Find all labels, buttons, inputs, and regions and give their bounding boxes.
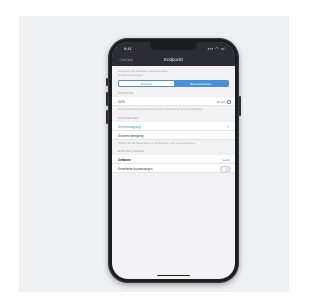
section-header-position: Position <box>118 91 133 95</box>
gps-value: Bereit <box>217 100 225 104</box>
mute-switch <box>106 78 108 86</box>
advanced-toggle[interactable] <box>220 165 231 172</box>
volume-up-button <box>106 92 108 106</box>
segment-custom[interactable]: Benutzerdefiniert <box>173 81 228 86</box>
power-button <box>239 96 241 116</box>
ordering-note: Wählen Sie die Reihenfolge, in der Eintr… <box>118 141 196 145</box>
notch <box>150 42 197 50</box>
list-item[interactable]: Sonnenuntergang <box>112 130 235 140</box>
phone-screen: 9:41 ▪▪▪ ◠ ▭ ‹ Zurück Endpunkt Anzeigen … <box>112 42 235 279</box>
volume-down-button <box>106 110 108 124</box>
sunset-label: Sonnenuntergang <box>118 133 144 138</box>
home-indicator[interactable] <box>157 274 190 276</box>
position-note: Für die Aktivierung der Position wird ei… <box>118 108 203 111</box>
sunrise-label: Sonnenaufgang <box>118 124 141 129</box>
gps-label: GPS <box>118 100 125 104</box>
section-header-settings: Einstellungen <box>118 149 144 154</box>
gps-row[interactable]: GPS Bereit <box>112 97 235 106</box>
checkmark-icon: ✓ <box>226 123 230 129</box>
settings-content: Anzeigen und Verwalten des Endpunkts Ger… <box>112 66 235 174</box>
status-time: 9:41 <box>124 46 132 51</box>
info-icon[interactable] <box>227 99 231 104</box>
advanced-row: Erweiterte Anpassungen <box>112 164 235 174</box>
segmented-control: Standard Benutzerdefiniert <box>118 80 229 87</box>
section-header-ordering: Sortierung <box>118 115 139 120</box>
page-title: Endpunkt <box>163 57 183 62</box>
timezone-value: Lokal <box>222 158 230 163</box>
timezone-label: Zeitzone <box>118 158 131 163</box>
advanced-label: Erweiterte Anpassungen <box>118 167 153 172</box>
phone-mockup: 9:41 ▪▪▪ ◠ ▭ ‹ Zurück Endpunkt Anzeigen … <box>106 38 241 283</box>
segment-standard[interactable]: Standard <box>119 81 174 86</box>
nav-bar: ‹ Zurück Endpunkt <box>112 54 235 66</box>
list-item[interactable]: Sonnenaufgang ✓ <box>112 121 235 131</box>
signal-icon: ▪▪▪ ◠ ▭ <box>207 46 225 51</box>
intro-line-2: Geräteeinstellungen <box>118 73 144 77</box>
timezone-row[interactable]: Zeitzone Lokal <box>112 155 235 165</box>
